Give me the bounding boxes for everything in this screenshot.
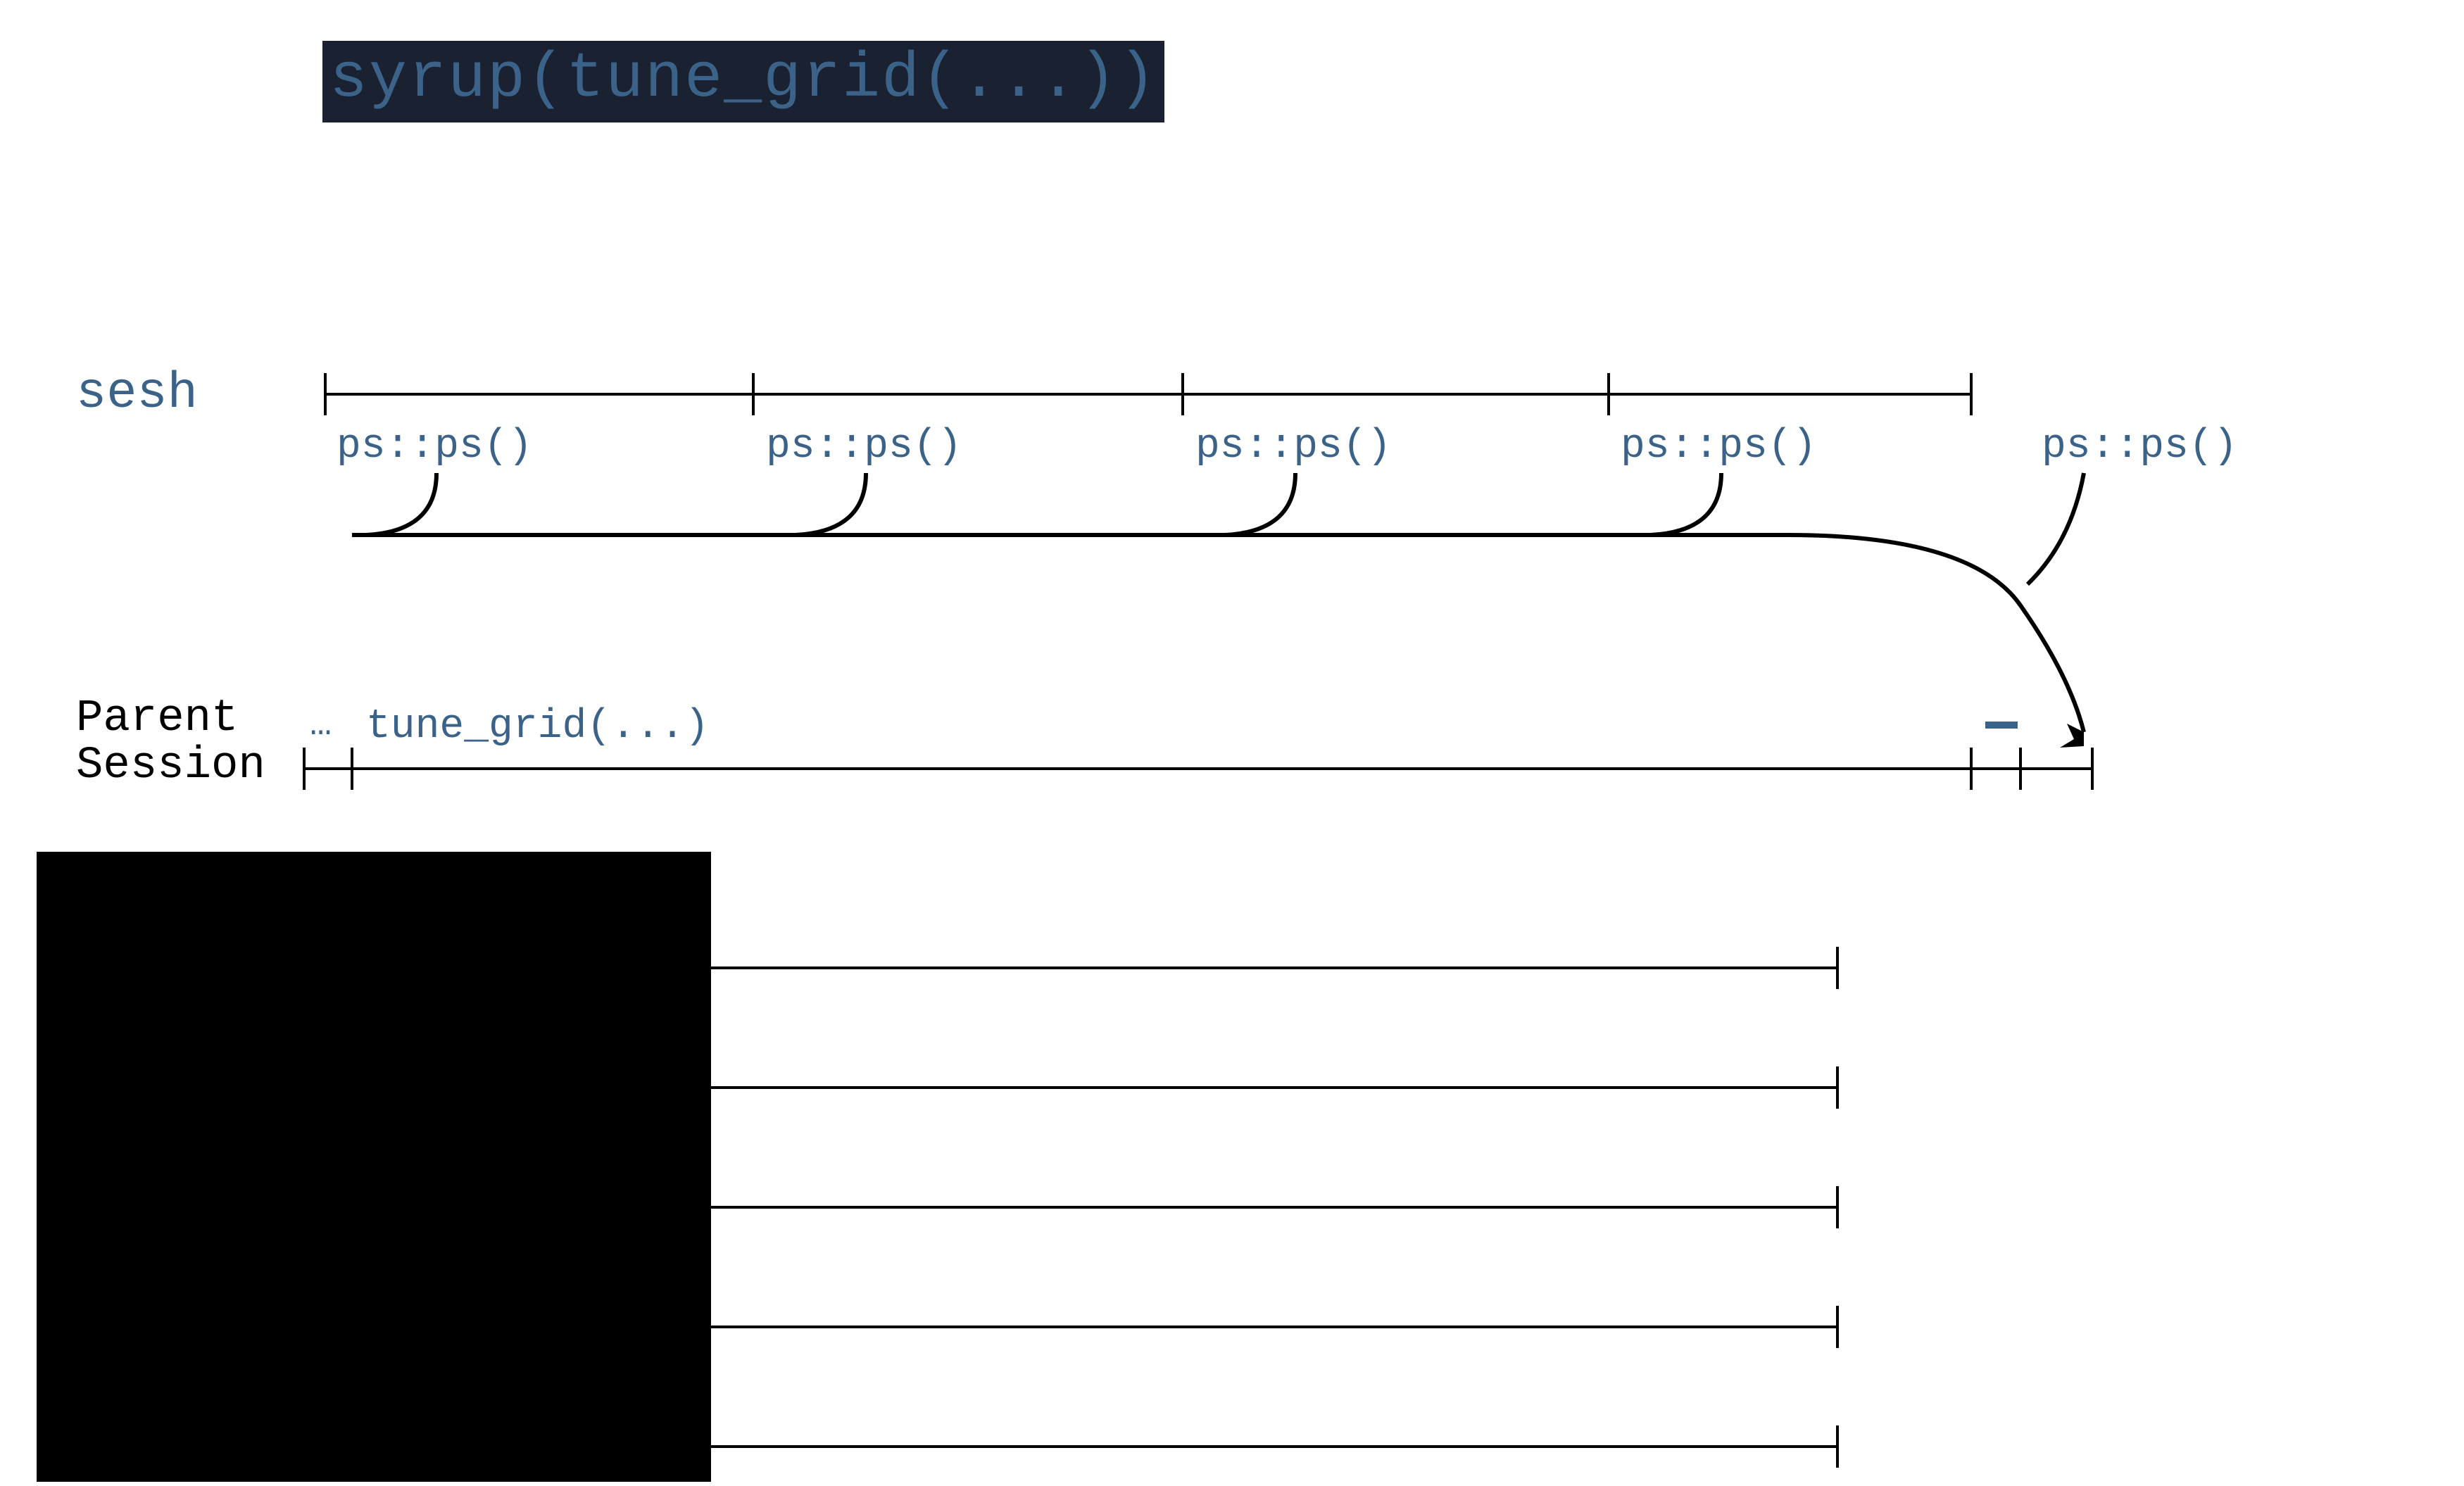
parent-session-timeline [304, 748, 2092, 790]
ps-curves [352, 473, 2084, 748]
diagram-svg [0, 0, 2464, 1486]
sesh-timeline [325, 373, 1971, 415]
worker-lines [711, 947, 1837, 1468]
